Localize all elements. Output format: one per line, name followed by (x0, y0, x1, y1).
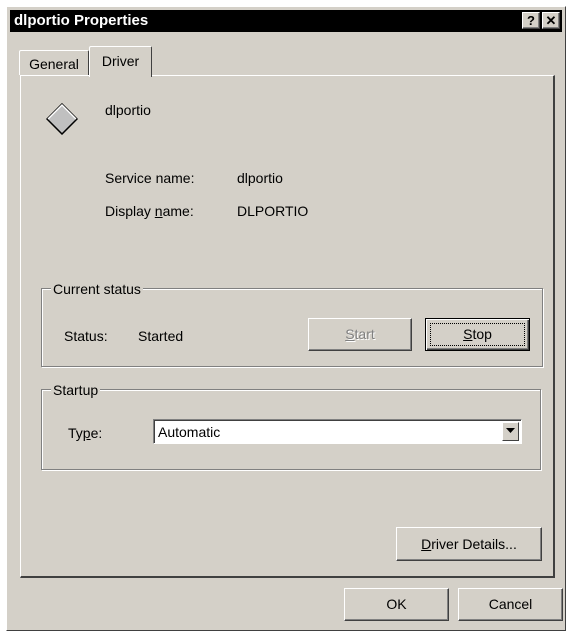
status-label: Status: (64, 328, 108, 344)
startup-title: Startup (51, 382, 101, 398)
driver-name: dlportio (105, 102, 151, 118)
type-label: Type: (68, 425, 103, 441)
tab-general-label: General (29, 56, 79, 72)
help-button[interactable]: ? (522, 12, 540, 29)
start-button[interactable]: Start (308, 318, 412, 351)
title-bar[interactable]: dlportio Properties ? ✕ (10, 10, 562, 32)
stop-button[interactable]: Stop (425, 318, 530, 351)
driver-diamond-icon (46, 103, 78, 135)
window-title: dlportio Properties (14, 12, 149, 29)
cancel-button[interactable]: Cancel (458, 588, 563, 621)
current-status-title: Current status (51, 281, 143, 297)
tab-driver[interactable]: Driver (89, 46, 152, 77)
display-name-label: Display name: (105, 203, 194, 219)
chevron-down-icon (506, 428, 515, 433)
driver-details-button[interactable]: Driver Details... (396, 527, 542, 561)
service-name-label: Service name: (105, 170, 195, 186)
startup-type-value: Automatic (158, 424, 221, 440)
status-value: Started (138, 328, 184, 344)
display-name-value: DLPORTIO (237, 203, 309, 219)
dropdown-arrow-button[interactable] (502, 422, 519, 441)
close-button[interactable]: ✕ (542, 12, 560, 29)
startup-type-select[interactable]: Automatic (153, 419, 522, 444)
service-name-value: dlportio (237, 170, 283, 186)
ok-button[interactable]: OK (344, 588, 449, 621)
tab-general[interactable]: General (19, 50, 89, 75)
tab-driver-label: Driver (101, 53, 140, 69)
